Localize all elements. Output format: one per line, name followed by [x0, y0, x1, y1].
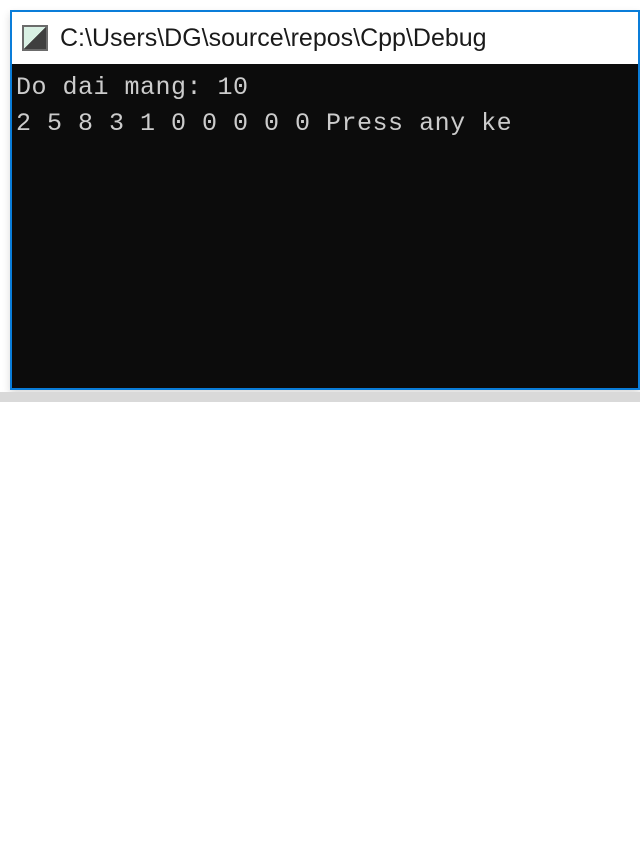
window-shadow-bar: [0, 392, 640, 402]
window-title: C:\Users\DG\source\repos\Cpp\Debug: [60, 24, 487, 53]
console-output[interactable]: Do dai mang: 10 2 5 8 3 1 0 0 0 0 0 Pres…: [12, 64, 638, 388]
console-line: 2 5 8 3 1 0 0 0 0 0 Press any ke: [16, 109, 512, 138]
console-line: Do dai mang: 10: [16, 73, 249, 102]
console-window: C:\Users\DG\source\repos\Cpp\Debug Do da…: [10, 10, 640, 390]
console-app-icon: [22, 25, 48, 51]
title-bar[interactable]: C:\Users\DG\source\repos\Cpp\Debug: [12, 12, 638, 64]
